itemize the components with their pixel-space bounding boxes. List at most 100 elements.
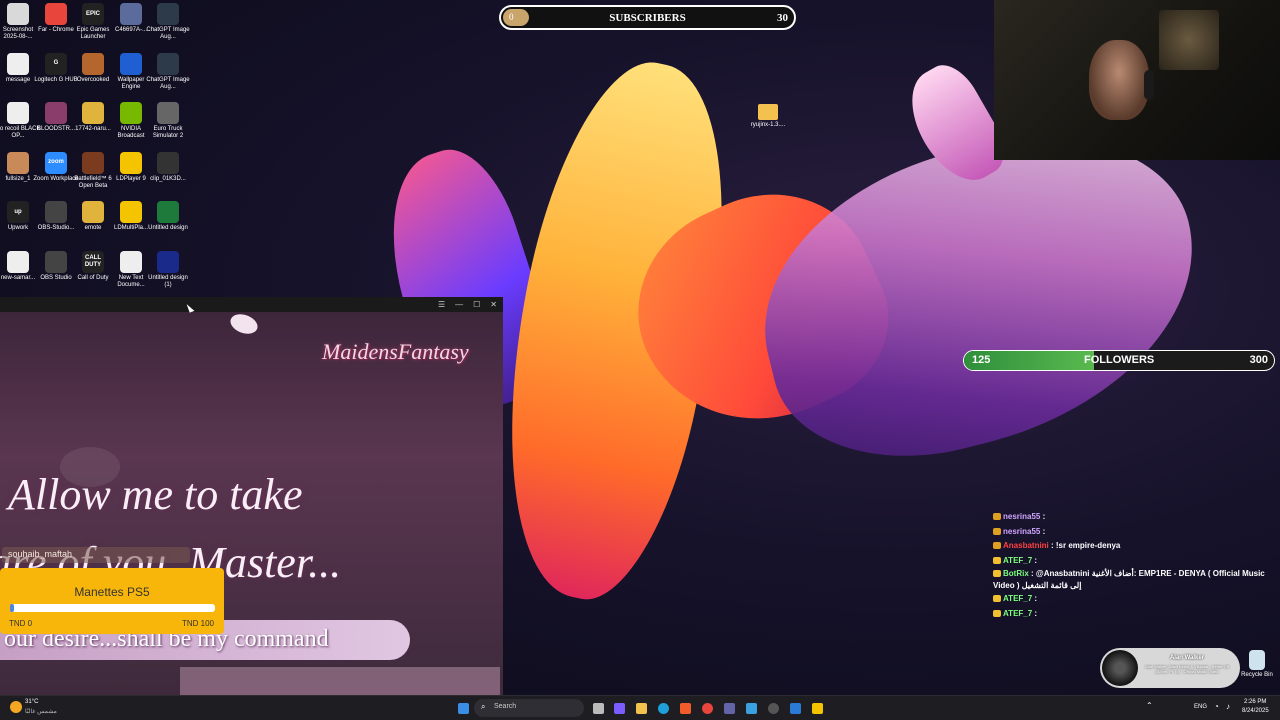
subscribers-goal-bar: 0 SUBSCRIBERS 30 (499, 5, 796, 30)
chat-username: nesrina55 (1003, 526, 1041, 536)
clock-time[interactable]: 2:26 PM (1244, 699, 1266, 705)
stream-chat: nesrina55 : nesrina55 : Anasbatnini : !s… (993, 510, 1273, 621)
desktop-folder[interactable]: ryujinx-1.3.... (745, 104, 791, 129)
close-icon[interactable]: ✕ (490, 300, 497, 309)
app-icon (7, 3, 29, 25)
chat-badge-icon (993, 542, 1001, 550)
search-placeholder: Search (494, 703, 517, 710)
app-icon (82, 102, 104, 124)
chat-username: ATEF_7 (1003, 555, 1033, 565)
chrome-icon[interactable] (702, 703, 713, 714)
app-icon (45, 201, 67, 223)
clock-date[interactable]: 8/24/2025 (1242, 708, 1269, 714)
obs-icon[interactable] (768, 703, 779, 714)
desktop-icon[interactable]: clip_01K3D... (145, 151, 191, 183)
donation-min: TND 0 (9, 619, 33, 628)
donation-title: Manettes PS5 (74, 585, 150, 599)
chat-separator: : (1040, 526, 1046, 536)
weather-temp: 31°C (25, 699, 39, 705)
app-icon (120, 102, 142, 124)
app-icon (45, 250, 67, 273)
petal-decoration (227, 310, 261, 338)
app-icon (45, 3, 67, 25)
now-playing-artist: Alan Walker (1169, 655, 1205, 661)
chat-badge-icon (993, 513, 1001, 521)
desktop-icon[interactable]: ChatGPT Image Aug... (145, 52, 191, 91)
language-indicator[interactable]: ENG (1194, 704, 1207, 710)
photos-icon[interactable] (790, 703, 801, 714)
chat-badge-icon (993, 556, 1001, 564)
app-icon (7, 250, 29, 273)
donation-max: TND 100 (181, 619, 214, 628)
task-view-icon[interactable] (593, 703, 604, 714)
file-explorer-icon[interactable] (636, 703, 647, 714)
search-icon: ⌕ (481, 702, 486, 711)
desktop-icon[interactable]: ChatGPT Image Aug... (145, 3, 191, 41)
app-icon (157, 52, 179, 75)
app-icon (157, 3, 179, 25)
wifi-icon[interactable]: ◔ (1214, 702, 1219, 711)
chat-username: Anasbatnini (1003, 541, 1049, 550)
desktop-icon[interactable]: Euro Truck Simulator 2 (145, 102, 191, 140)
app-icon (120, 201, 142, 223)
followers-count: 125 (972, 354, 991, 366)
app-icon (7, 102, 29, 124)
app-icon (7, 151, 29, 174)
username-overlay-text: souhaib_maftah (8, 549, 73, 559)
brave-icon[interactable] (680, 703, 691, 714)
chat-username: ATEF_7 (1003, 608, 1033, 618)
desktop-icon-label: Untitled design (1) (148, 274, 188, 288)
now-playing-widget: Alan Walker Alan Walker, Dash Berlin & V… (1100, 648, 1240, 688)
donation-progress-bar (10, 604, 215, 612)
folder-icon (758, 104, 778, 120)
album-art-icon (1102, 650, 1138, 686)
desktop-icon-label: clip_01K3D... (150, 175, 186, 182)
app-icon: G (45, 52, 67, 75)
notepad-icon[interactable] (746, 703, 757, 714)
desktop-icon[interactable]: Untitled design (145, 201, 191, 232)
recycle-bin[interactable]: Recycle Bin (1234, 650, 1280, 679)
app-icon: EPIC (82, 3, 104, 25)
chat-separator: : (1048, 541, 1056, 550)
ldplayer-icon[interactable] (812, 703, 823, 714)
app-icon (120, 52, 142, 75)
chat-separator: : (1032, 608, 1038, 618)
chat-separator: : (1032, 555, 1038, 565)
app-icon (82, 52, 104, 75)
volume-icon[interactable]: ♪ (1226, 702, 1230, 711)
tray-chevron-icon[interactable]: ⌃ (1146, 701, 1153, 710)
chat-message: ATEF_7 : (993, 554, 1273, 569)
edge-icon[interactable] (658, 703, 669, 714)
username-overlay: souhaib_maftah (2, 547, 190, 563)
chat-message: ATEF_7 : (993, 607, 1273, 622)
desktop-icon-label: ChatGPT Image Aug... (146, 76, 190, 90)
chat-badge-icon (993, 609, 1001, 617)
app-icon (120, 250, 142, 273)
donation-progress-fill (10, 604, 15, 612)
game-headline-line1: Allow me to take (8, 470, 303, 519)
desktop-icon-label: Euro Truck Simulator 2 (152, 126, 184, 139)
chat-separator: : (1032, 594, 1038, 603)
app-icon: zoom (45, 151, 67, 174)
minimize-icon[interactable]: — (455, 300, 463, 309)
app-icon (120, 151, 142, 174)
teams-icon[interactable] (724, 703, 735, 714)
chat-message: Anasbatnini : !sr empire-denya (993, 539, 1273, 554)
chat-separator: : (1028, 569, 1036, 578)
now-playing-track: Alan Walker, Dash Berlin & Vikkstar - Be… (1145, 664, 1229, 674)
maximize-icon[interactable]: ☐ (473, 300, 480, 309)
menu-icon[interactable]: ☰ (438, 300, 445, 309)
desktop-folder-label: ryujinx-1.3.... (750, 122, 786, 128)
game-window[interactable]: ☰ — ☐ ✕ MaidensFantasy Allow me to take … (0, 297, 503, 695)
chat-message: nesrina55 : (993, 525, 1273, 540)
search-box[interactable]: ⌕ Search (474, 699, 584, 717)
game-window-titlebar[interactable]: ☰ — ☐ ✕ (0, 297, 503, 312)
chat-badge-icon (993, 595, 1001, 603)
copilot-icon[interactable] (614, 703, 625, 714)
app-icon (7, 52, 29, 75)
weather-icon[interactable] (10, 701, 22, 713)
desktop-icon[interactable]: Untitled design (1) (145, 250, 191, 289)
app-icon (120, 3, 142, 25)
start-icon[interactable] (458, 703, 469, 714)
subscribers-label: SUBSCRIBERS (609, 12, 686, 24)
